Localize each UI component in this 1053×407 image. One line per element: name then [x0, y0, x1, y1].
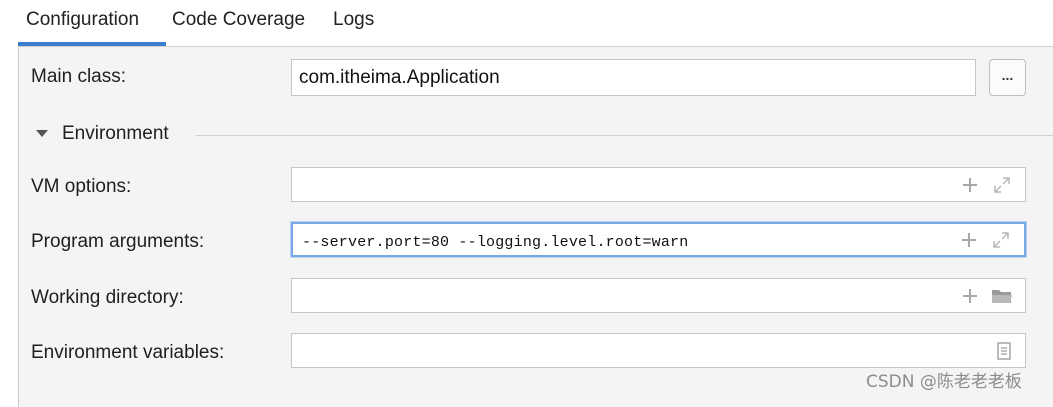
- plus-icon[interactable]: [961, 176, 979, 194]
- plus-icon[interactable]: [960, 231, 978, 249]
- tab-logs[interactable]: Logs: [333, 7, 374, 33]
- working-directory-label: Working directory:: [31, 287, 184, 308]
- environment-section-title: Environment: [62, 123, 169, 144]
- expand-icon[interactable]: [992, 231, 1010, 249]
- main-class-label: Main class:: [31, 66, 127, 87]
- program-arguments-label: Program arguments:: [31, 231, 205, 252]
- chevron-down-icon[interactable]: [36, 130, 48, 137]
- section-divider: [196, 135, 1053, 136]
- program-arguments-value: --server.port=80 --logging.level.root=wa…: [302, 234, 689, 251]
- folder-icon[interactable]: [991, 287, 1013, 305]
- tab-code-coverage[interactable]: Code Coverage: [172, 7, 305, 33]
- tab-configuration[interactable]: Configuration: [26, 7, 139, 33]
- watermark-text: CSDN @陈老老老板: [866, 372, 1022, 392]
- environment-variables-label: Environment variables:: [31, 342, 225, 363]
- environment-section-header[interactable]: Environment: [36, 121, 1053, 147]
- vm-options-field[interactable]: [291, 167, 1026, 202]
- document-icon[interactable]: [995, 342, 1013, 360]
- environment-variables-field[interactable]: [291, 333, 1026, 368]
- main-class-field[interactable]: com.itheima.Application: [291, 59, 976, 96]
- plus-icon[interactable]: [961, 287, 979, 305]
- browse-main-class-button[interactable]: ...: [989, 59, 1026, 96]
- expand-icon[interactable]: [993, 176, 1011, 194]
- main-class-value: com.itheima.Application: [299, 67, 500, 88]
- program-arguments-field[interactable]: --server.port=80 --logging.level.root=wa…: [291, 222, 1026, 257]
- working-directory-field[interactable]: [291, 278, 1026, 313]
- tab-bar: Configuration Code Coverage Logs: [0, 0, 1053, 46]
- vm-options-label: VM options:: [31, 176, 132, 197]
